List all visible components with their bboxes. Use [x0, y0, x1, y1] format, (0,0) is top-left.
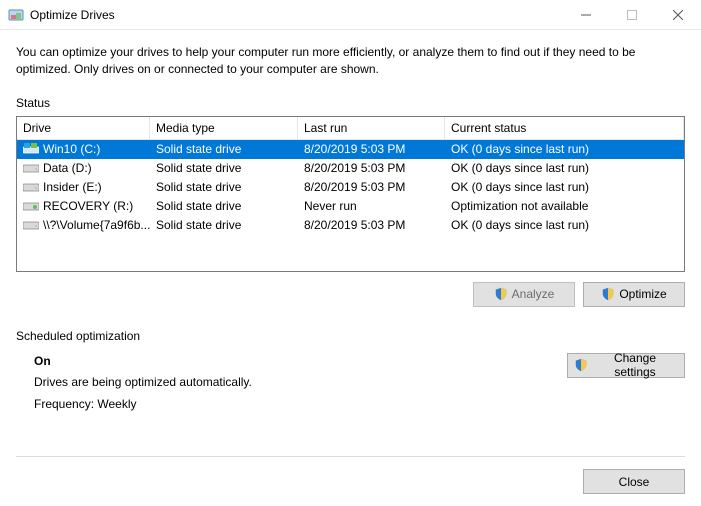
change-settings-label: Change settings [592, 351, 678, 379]
col-drive[interactable]: Drive [17, 117, 150, 139]
drive-name: Data (D:) [43, 161, 92, 175]
close-button[interactable]: Close [583, 469, 685, 494]
action-button-row: Analyze Optimize [16, 282, 685, 307]
scheduled-body: On Drives are being optimized automatica… [16, 351, 567, 416]
drive-lastrun: 8/20/2019 5:03 PM [298, 179, 445, 195]
drive-icon [23, 162, 39, 174]
drive-name: Insider (E:) [43, 180, 102, 194]
drive-row[interactable]: \\?\Volume{7a9f6b...Solid state drive8/2… [17, 216, 684, 235]
scheduled-freq: Frequency: Weekly [34, 394, 567, 416]
drive-list-header: Drive Media type Last run Current status [17, 117, 684, 140]
change-settings-button[interactable]: Change settings [567, 353, 685, 378]
drive-lastrun: Never run [298, 198, 445, 214]
drive-status: OK (0 days since last run) [445, 217, 684, 233]
col-status[interactable]: Current status [445, 117, 684, 139]
scheduled-label: Scheduled optimization [16, 329, 685, 343]
close-window-button[interactable] [655, 0, 701, 30]
titlebar: Optimize Drives [0, 0, 701, 30]
drive-name: Win10 (C:) [43, 142, 100, 156]
drive-lastrun: 8/20/2019 5:03 PM [298, 141, 445, 157]
bottom-bar: Close [16, 456, 685, 494]
drive-row[interactable]: RECOVERY (R:) Solid state driveNever runO… [17, 197, 684, 216]
drive-name: RECOVERY (R:) [43, 199, 133, 213]
drive-icon [23, 200, 39, 212]
maximize-button[interactable] [609, 0, 655, 30]
drive-status: OK (0 days since last run) [445, 160, 684, 176]
drive-row[interactable]: Win10 (C:) Solid state drive8/20/2019 5:0… [17, 140, 684, 159]
status-label: Status [16, 96, 685, 110]
minimize-button[interactable] [563, 0, 609, 30]
analyze-label: Analyze [512, 287, 555, 301]
drive-icon [23, 219, 39, 231]
analyze-button[interactable]: Analyze [473, 282, 575, 307]
drive-row[interactable]: Data (D:) Solid state drive8/20/2019 5:03… [17, 159, 684, 178]
optimize-label: Optimize [619, 287, 666, 301]
scheduled-desc: Drives are being optimized automatically… [34, 372, 567, 394]
drive-icon [23, 143, 39, 155]
optimize-button[interactable]: Optimize [583, 282, 685, 307]
app-icon [8, 7, 24, 23]
drive-media: Solid state drive [150, 217, 298, 233]
drive-row[interactable]: Insider (E:) Solid state drive8/20/2019 5… [17, 178, 684, 197]
drive-status: OK (0 days since last run) [445, 141, 684, 157]
drive-media: Solid state drive [150, 179, 298, 195]
drive-lastrun: 8/20/2019 5:03 PM [298, 160, 445, 176]
description-text: You can optimize your drives to help you… [16, 44, 685, 78]
drive-list: Drive Media type Last run Current status… [16, 116, 685, 272]
shield-icon [601, 287, 615, 301]
window-title: Optimize Drives [30, 8, 115, 22]
drive-media: Solid state drive [150, 160, 298, 176]
scheduled-state: On [34, 351, 567, 373]
drive-status: Optimization not available [445, 198, 684, 214]
drive-media: Solid state drive [150, 141, 298, 157]
drive-lastrun: 8/20/2019 5:03 PM [298, 217, 445, 233]
shield-icon [494, 287, 508, 301]
drive-media: Solid state drive [150, 198, 298, 214]
drive-icon [23, 181, 39, 193]
col-media[interactable]: Media type [150, 117, 298, 139]
drive-status: OK (0 days since last run) [445, 179, 684, 195]
col-lastrun[interactable]: Last run [298, 117, 445, 139]
shield-icon [574, 358, 588, 372]
drive-name: \\?\Volume{7a9f6b... [43, 218, 150, 232]
close-label: Close [619, 475, 650, 489]
